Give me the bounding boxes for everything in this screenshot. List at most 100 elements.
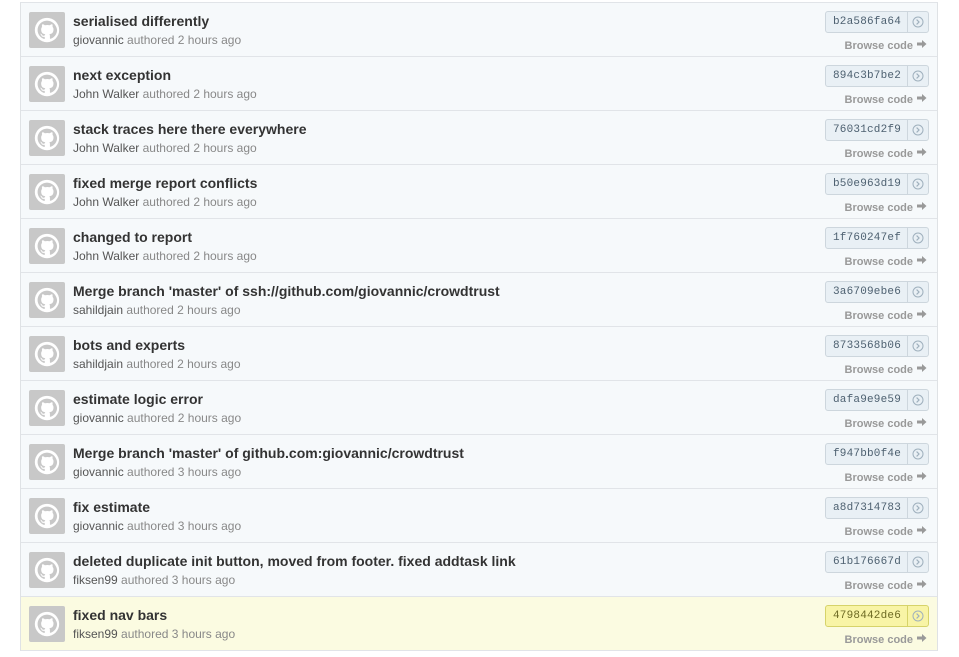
commit-title[interactable]: estimate logic error	[73, 391, 203, 407]
commit-sha-button[interactable]: 1f760247ef	[825, 227, 929, 249]
commit-row: Merge branch 'master' of github.com:giov…	[21, 435, 937, 489]
octocat-avatar-icon[interactable]	[29, 12, 65, 48]
commit-author[interactable]: giovannic	[73, 465, 124, 479]
commit-meta: sahildjain authored 2 hours ago	[73, 357, 241, 371]
commit-title[interactable]: bots and experts	[73, 337, 185, 353]
commit-row: next exception John Walker authored 2 ho…	[21, 57, 937, 111]
commit-sha: b50e963d19	[833, 178, 902, 190]
commit-sha-button[interactable]: 3a6709ebe6	[825, 281, 929, 303]
commit-list: serialised differently giovannic authore…	[20, 2, 938, 651]
browse-code-link[interactable]: Browse code	[845, 471, 927, 484]
browse-code-link[interactable]: Browse code	[845, 147, 927, 160]
octocat-avatar-icon[interactable]	[29, 498, 65, 534]
octocat-avatar-icon[interactable]	[29, 174, 65, 210]
browse-code-link[interactable]: Browse code	[845, 201, 927, 214]
commit-sha-button[interactable]: 4798442de6	[825, 605, 929, 627]
commit-row: fix estimate giovannic authored 3 hours …	[21, 489, 937, 543]
commit-title[interactable]: changed to report	[73, 229, 192, 245]
commit-title[interactable]: fixed nav bars	[73, 607, 167, 623]
commit-time: 3 hours ago	[177, 519, 242, 533]
commit-row: serialised differently giovannic authore…	[21, 3, 937, 57]
commit-author[interactable]: sahildjain	[73, 357, 123, 371]
browse-code-label: Browse code	[844, 417, 913, 430]
commit-title[interactable]: serialised differently	[73, 13, 209, 29]
commit-sha-button[interactable]: f947bb0f4e	[825, 443, 929, 465]
browse-code-label: Browse code	[844, 147, 913, 160]
commit-title[interactable]: fix estimate	[73, 499, 150, 515]
commit-title[interactable]: Merge branch 'master' of github.com:giov…	[73, 445, 464, 461]
commit-sha: a8d7314783	[833, 502, 902, 514]
arrow-right-circle-icon	[908, 282, 928, 302]
commit-sha: 3a6709ebe6	[833, 286, 902, 298]
commit-title[interactable]: Merge branch 'master' of ssh://github.co…	[73, 283, 500, 299]
commit-sha: 8733568b06	[833, 340, 902, 352]
commit-row: stack traces here there everywhere John …	[21, 111, 937, 165]
commit-time: 2 hours ago	[193, 195, 257, 209]
commit-author[interactable]: giovannic	[73, 411, 124, 425]
commit-sha-button[interactable]: 894c3b7be2	[825, 65, 929, 87]
browse-code-link[interactable]: Browse code	[845, 309, 927, 322]
commit-author[interactable]: John Walker	[73, 195, 139, 209]
commit-sha-button[interactable]: a8d7314783	[825, 497, 929, 519]
arrow-right-icon	[917, 201, 927, 214]
browse-code-link[interactable]: Browse code	[845, 525, 927, 538]
commit-sha: 1f760247ef	[833, 232, 902, 244]
commit-title[interactable]: next exception	[73, 67, 171, 83]
commit-author[interactable]: giovannic	[73, 519, 124, 533]
commit-meta: John Walker authored 2 hours ago	[73, 195, 257, 209]
browse-code-link[interactable]: Browse code	[845, 417, 927, 430]
commit-action: authored	[142, 87, 190, 101]
browse-code-link[interactable]: Browse code	[845, 363, 927, 376]
commit-author[interactable]: giovannic	[73, 33, 124, 47]
commit-author[interactable]: fiksen99	[73, 627, 118, 641]
commit-author[interactable]: fiksen99	[73, 573, 118, 587]
octocat-avatar-icon[interactable]	[29, 228, 65, 264]
commit-action: authored	[127, 519, 175, 533]
commit-time: 3 hours ago	[177, 465, 242, 479]
octocat-avatar-icon[interactable]	[29, 282, 65, 318]
octocat-avatar-icon[interactable]	[29, 66, 65, 102]
arrow-right-icon	[917, 579, 927, 592]
octocat-avatar-icon[interactable]	[29, 336, 65, 372]
octocat-avatar-icon[interactable]	[29, 120, 65, 156]
commit-sha-button[interactable]: b2a586fa64	[825, 11, 929, 33]
commit-meta: giovannic authored 2 hours ago	[73, 33, 241, 47]
arrow-right-circle-icon	[908, 66, 928, 86]
commit-sha-button[interactable]: b50e963d19	[825, 173, 929, 195]
commit-sha-button[interactable]: 8733568b06	[825, 335, 929, 357]
commit-row: changed to report John Walker authored 2…	[21, 219, 937, 273]
commit-sha: 894c3b7be2	[833, 70, 902, 82]
commit-row: bots and experts sahildjain authored 2 h…	[21, 327, 937, 381]
commit-sha-button[interactable]: dafa9e9e59	[825, 389, 929, 411]
commit-sha: 61b176667d	[833, 556, 902, 568]
commit-author[interactable]: John Walker	[73, 249, 139, 263]
arrow-right-circle-icon	[908, 552, 928, 572]
commit-author[interactable]: sahildjain	[73, 303, 123, 317]
commit-title[interactable]: deleted duplicate init button, moved fro…	[73, 553, 516, 569]
commit-sha-button[interactable]: 61b176667d	[825, 551, 929, 573]
commit-time: 2 hours ago	[193, 141, 257, 155]
commit-action: authored	[121, 627, 169, 641]
browse-code-link[interactable]: Browse code	[845, 255, 927, 268]
commit-author[interactable]: John Walker	[73, 87, 139, 101]
commit-meta: sahildjain authored 2 hours ago	[73, 303, 241, 317]
commit-sha-button[interactable]: 76031cd2f9	[825, 119, 929, 141]
commit-time: 3 hours ago	[171, 627, 236, 641]
commit-row: fixed nav bars fiksen99 authored 3 hours…	[21, 597, 937, 651]
commit-sha: 76031cd2f9	[833, 124, 902, 136]
octocat-avatar-icon[interactable]	[29, 390, 65, 426]
browse-code-link[interactable]: Browse code	[845, 579, 927, 592]
arrow-right-icon	[917, 39, 927, 52]
commit-title[interactable]: stack traces here there everywhere	[73, 121, 306, 137]
browse-code-link[interactable]: Browse code	[845, 633, 927, 646]
browse-code-link[interactable]: Browse code	[845, 39, 927, 52]
commit-title[interactable]: fixed merge report conflicts	[73, 175, 257, 191]
octocat-avatar-icon[interactable]	[29, 444, 65, 480]
browse-code-link[interactable]: Browse code	[845, 93, 927, 106]
commit-action: authored	[127, 33, 175, 47]
commit-meta: John Walker authored 2 hours ago	[73, 249, 257, 263]
commit-author[interactable]: John Walker	[73, 141, 139, 155]
octocat-avatar-icon[interactable]	[29, 552, 65, 588]
browse-code-label: Browse code	[844, 39, 913, 52]
octocat-avatar-icon[interactable]	[29, 606, 65, 642]
